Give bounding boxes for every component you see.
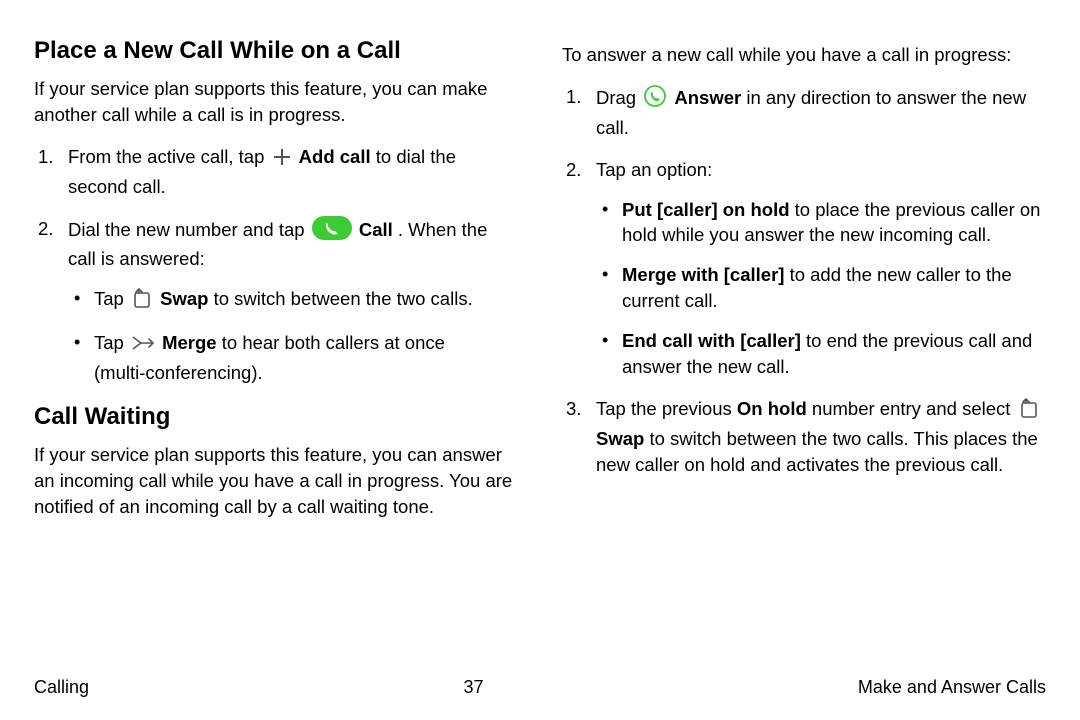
answer-step-2: Tap an option: Put [caller] on hold to p… <box>562 157 1046 380</box>
swap-label: Swap <box>596 428 644 449</box>
heading-call-waiting: Call Waiting <box>34 402 518 432</box>
step-text: Drag <box>596 87 641 108</box>
call-button-icon <box>312 216 352 247</box>
step-text: number entry and select <box>812 398 1016 419</box>
two-column-layout: Place a New Call While on a Call If your… <box>34 36 1046 536</box>
swap-label: Swap <box>160 288 208 309</box>
opt-hold: Put [caller] on hold to place the previo… <box>596 197 1046 249</box>
answer-steps: Drag Answer in any direction to answer t… <box>562 84 1046 478</box>
answer-intro: To answer a new call while you have a ca… <box>562 42 1046 68</box>
left-column: Place a New Call While on a Call If your… <box>34 36 518 536</box>
merge-label: Merge <box>162 332 217 353</box>
merge-icon <box>131 333 155 360</box>
right-column: To answer a new call while you have a ca… <box>562 36 1046 536</box>
sub-merge: Tap Merge to hear both callers at once (… <box>68 330 518 386</box>
call-waiting-paragraph: If your service plan supports this featu… <box>34 442 518 520</box>
step-text: From the active call, tap <box>68 146 270 167</box>
step-text: Tap <box>94 288 129 309</box>
swap-icon <box>1018 397 1040 426</box>
call-label: Call <box>359 219 393 240</box>
answer-step-1: Drag Answer in any direction to answer t… <box>562 84 1046 141</box>
add-call-label: Add call <box>299 146 371 167</box>
answer-options: Put [caller] on hold to place the previo… <box>596 197 1046 380</box>
place-call-steps: From the active call, tap Add call to di… <box>34 144 518 386</box>
step-2: Dial the new number and tap Call . When … <box>34 216 518 386</box>
swap-icon <box>131 287 153 316</box>
opt-merge: Merge with [caller] to add the new calle… <box>596 262 1046 314</box>
heading-place-new-call: Place a New Call While on a Call <box>34 36 518 66</box>
step-text: Tap an option: <box>596 159 712 180</box>
onhold-label: On hold <box>737 398 807 419</box>
answer-circle-icon <box>643 84 667 115</box>
step-text: to switch between the two calls. This pl… <box>596 428 1038 475</box>
opt-end: End call with [caller] to end the previo… <box>596 328 1046 380</box>
step-text: Tap <box>94 332 129 353</box>
step-text: Tap the previous <box>596 398 737 419</box>
page-footer: Calling 37 Make and Answer Calls <box>34 677 1046 698</box>
intro-paragraph: If your service plan supports this featu… <box>34 76 518 128</box>
opt-end-label: End call with [caller] <box>622 330 801 351</box>
step-1: From the active call, tap Add call to di… <box>34 144 518 200</box>
manual-page: Place a New Call While on a Call If your… <box>0 0 1080 720</box>
opt-merge-label: Merge with [caller] <box>622 264 784 285</box>
step-text: Dial the new number and tap <box>68 219 310 240</box>
footer-right: Make and Answer Calls <box>858 677 1046 698</box>
plus-icon <box>272 147 292 174</box>
page-number: 37 <box>463 677 483 698</box>
sub-swap: Tap Swap to switch between the two calls… <box>68 286 518 316</box>
sub-options: Tap Swap to switch between the two calls… <box>68 286 518 386</box>
answer-label: Answer <box>674 87 741 108</box>
footer-left: Calling <box>34 677 89 698</box>
step-text: to switch between the two calls. <box>214 288 473 309</box>
answer-step-3: Tap the previous On hold number entry an… <box>562 396 1046 478</box>
opt-hold-label: Put [caller] on hold <box>622 199 790 220</box>
